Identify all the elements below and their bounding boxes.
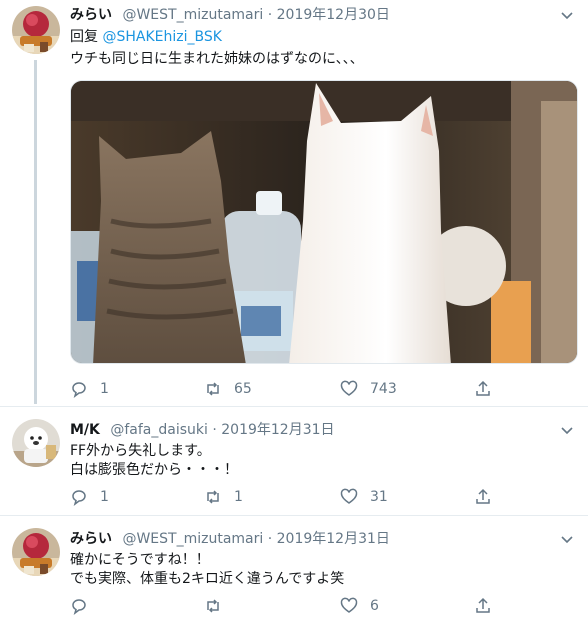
user-handle[interactable]: @fafa_daisuki — [110, 422, 208, 438]
reply-button[interactable]: 1 — [70, 378, 109, 400]
like-button[interactable]: 31 — [340, 486, 388, 508]
like-count: 31 — [370, 489, 388, 505]
reply-button[interactable] — [70, 595, 100, 617]
like-count: 6 — [370, 598, 379, 614]
retweet-icon — [207, 382, 219, 396]
retweet-button[interactable]: 65 — [204, 378, 252, 400]
reply-icon — [72, 382, 86, 398]
avatar[interactable] — [12, 419, 60, 467]
tweet-date[interactable]: 2019年12月31日 — [277, 531, 390, 547]
share-icon — [476, 488, 490, 504]
tweet-date[interactable]: 2019年12月30日 — [277, 7, 390, 23]
tweet-1[interactable]: みらい @WEST_mizutamari · 2019年12月30日 回复 @S… — [0, 0, 588, 404]
chevron-down-icon[interactable] — [558, 6, 576, 24]
tweet-3[interactable]: みらい @WEST_mizutamari · 2019年12月31日 確かにそう… — [0, 516, 588, 618]
tweet-photo[interactable] — [70, 80, 578, 364]
reply-count: 1 — [100, 381, 109, 397]
heart-icon — [340, 597, 358, 613]
tweet-text: ウチも同じ日に生まれた姉妹のはずなのに、、、 — [70, 51, 364, 67]
heart-icon — [340, 380, 358, 396]
reply-context: 回复 @SHAKEhizi_BSK — [70, 27, 222, 47]
reply-button[interactable]: 1 — [70, 486, 109, 508]
reply-icon — [72, 490, 86, 506]
retweet-count: 1 — [234, 489, 243, 505]
mention-link[interactable]: @SHAKEhizi_BSK — [102, 29, 221, 45]
separator-dot: · — [212, 422, 217, 438]
tweet-header: M/K @fafa_daisuki · 2019年12月31日 — [70, 419, 335, 441]
user-handle[interactable]: @WEST_mizutamari — [122, 7, 263, 23]
share-button[interactable] — [474, 378, 504, 400]
tweet-header: みらい @WEST_mizutamari · 2019年12月30日 — [70, 4, 390, 26]
tweet-date[interactable]: 2019年12月31日 — [221, 422, 334, 438]
tweet-text-line: 白は膨張色だから・・・！ — [70, 462, 238, 478]
share-button[interactable] — [474, 595, 504, 617]
retweet-button[interactable] — [204, 595, 234, 617]
avatar[interactable] — [12, 528, 60, 576]
avatar[interactable] — [12, 6, 60, 54]
like-count: 743 — [370, 381, 397, 397]
display-name[interactable]: みらい — [70, 7, 112, 23]
reply-count: 1 — [100, 489, 109, 505]
reply-prefix: 回复 — [70, 29, 103, 45]
tweet-2[interactable]: M/K @fafa_daisuki · 2019年12月31日 FF外から失礼し… — [0, 407, 588, 515]
tweet-text-line: 確かにそうですね！！ — [70, 552, 210, 568]
reply-icon — [72, 599, 86, 615]
tweet-header: みらい @WEST_mizutamari · 2019年12月31日 — [70, 528, 390, 550]
chevron-down-icon[interactable] — [558, 421, 576, 439]
user-handle[interactable]: @WEST_mizutamari — [122, 531, 263, 547]
thread-line — [34, 60, 37, 404]
tweet-actions: 6 — [70, 595, 510, 617]
tweet-text-line: でも実際、体重も2キロ近く違うんですよ笑 — [70, 571, 345, 587]
heart-icon — [340, 488, 358, 504]
like-button[interactable]: 743 — [340, 378, 397, 400]
separator-dot: · — [267, 7, 273, 23]
display-name[interactable]: みらい — [70, 531, 112, 547]
share-button[interactable] — [474, 486, 504, 508]
separator-dot: · — [267, 531, 273, 547]
chevron-down-icon[interactable] — [558, 530, 576, 548]
retweet-icon — [207, 599, 219, 613]
tweet-text-line: FF外から失礼します。 — [70, 443, 211, 459]
retweet-icon — [207, 490, 219, 504]
retweet-count: 65 — [234, 381, 252, 397]
display-name[interactable]: M/K — [70, 422, 100, 438]
cats-photo — [71, 81, 577, 363]
tweet-actions: 1 65 743 — [70, 378, 510, 400]
retweet-button[interactable]: 1 — [204, 486, 243, 508]
share-icon — [476, 380, 490, 396]
like-button[interactable]: 6 — [340, 595, 379, 617]
tweet-actions: 1 1 31 — [70, 486, 510, 508]
share-icon — [476, 597, 490, 613]
